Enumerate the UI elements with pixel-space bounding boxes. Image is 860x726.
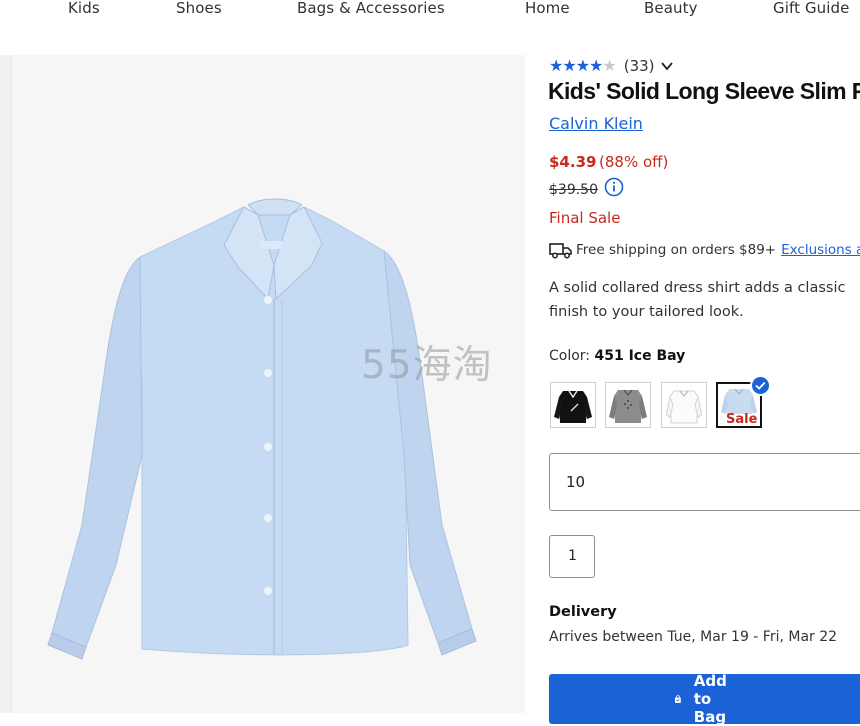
product-description: A solid collared dress shirt adds a clas…: [549, 280, 846, 320]
shopping-bag-icon: [674, 695, 681, 703]
swatch-black[interactable]: [550, 382, 596, 428]
brand-link[interactable]: Calvin Klein: [549, 114, 643, 133]
white-shirt-thumbnail: [665, 390, 703, 424]
nav-bags-accessories[interactable]: Bags & Accessories: [297, 0, 445, 17]
delivery-heading: Delivery: [549, 604, 617, 620]
add-to-bag-label: Add to Bag: [693, 672, 727, 726]
swatch-white[interactable]: [661, 382, 707, 428]
quantity-input[interactable]: 1: [549, 535, 595, 578]
thumbnail-strip[interactable]: [0, 55, 12, 713]
selected-check-icon: [750, 375, 771, 396]
nav-kids[interactable]: Kids: [68, 0, 100, 17]
nav-home[interactable]: Home: [525, 0, 570, 17]
size-value: 10: [566, 473, 586, 491]
color-value: 451 Ice Bay: [594, 348, 686, 364]
black-shirt-thumbnail: [554, 390, 592, 423]
swatch-grey[interactable]: [605, 382, 651, 428]
star-rating-icon: ★★★★★: [549, 58, 617, 75]
rating[interactable]: ★★★★★ (33): [549, 56, 674, 76]
grey-shirt-thumbnail: [609, 389, 647, 423]
sale-badge: Sale: [726, 412, 758, 427]
nav-shoes[interactable]: Shoes: [176, 0, 222, 17]
product-title: Kids' Solid Long Sleeve Slim F: [548, 78, 860, 104]
shipping-text: Free shipping on orders $89+: [576, 242, 777, 258]
final-sale-label: Final Sale: [549, 209, 621, 227]
truck-icon: [549, 243, 572, 259]
exclusions-link[interactable]: Exclusions a: [781, 242, 860, 258]
nav-beauty[interactable]: Beauty: [644, 0, 698, 17]
shipping-info: Free shipping on orders $89+ Exclusions …: [549, 240, 860, 260]
info-icon[interactable]: [604, 177, 624, 197]
size-select[interactable]: 10: [549, 453, 860, 511]
delivery-text: Arrives between Tue, Mar 19 - Fri, Mar 2…: [549, 629, 838, 645]
watermark: 55海淘: [361, 343, 493, 388]
review-count: (33): [623, 57, 655, 75]
checkmark-icon: [755, 381, 766, 390]
top-navigation: Kids Shoes Bags & Accessories Home Beaut…: [0, 0, 860, 20]
quantity-value: 1: [568, 548, 577, 564]
color-label-text: Color:: [549, 348, 591, 364]
nav-gift-guide[interactable]: Gift Guide: [773, 0, 850, 17]
sale-price: $4.39: [549, 153, 597, 171]
original-price: $39.50: [549, 182, 598, 198]
add-to-bag-button[interactable]: Add to Bag: [549, 672, 860, 726]
discount-percent: (88% off): [599, 153, 669, 171]
color-label: Color: 451 Ice Bay: [549, 348, 685, 364]
chevron-down-icon[interactable]: [660, 59, 674, 73]
